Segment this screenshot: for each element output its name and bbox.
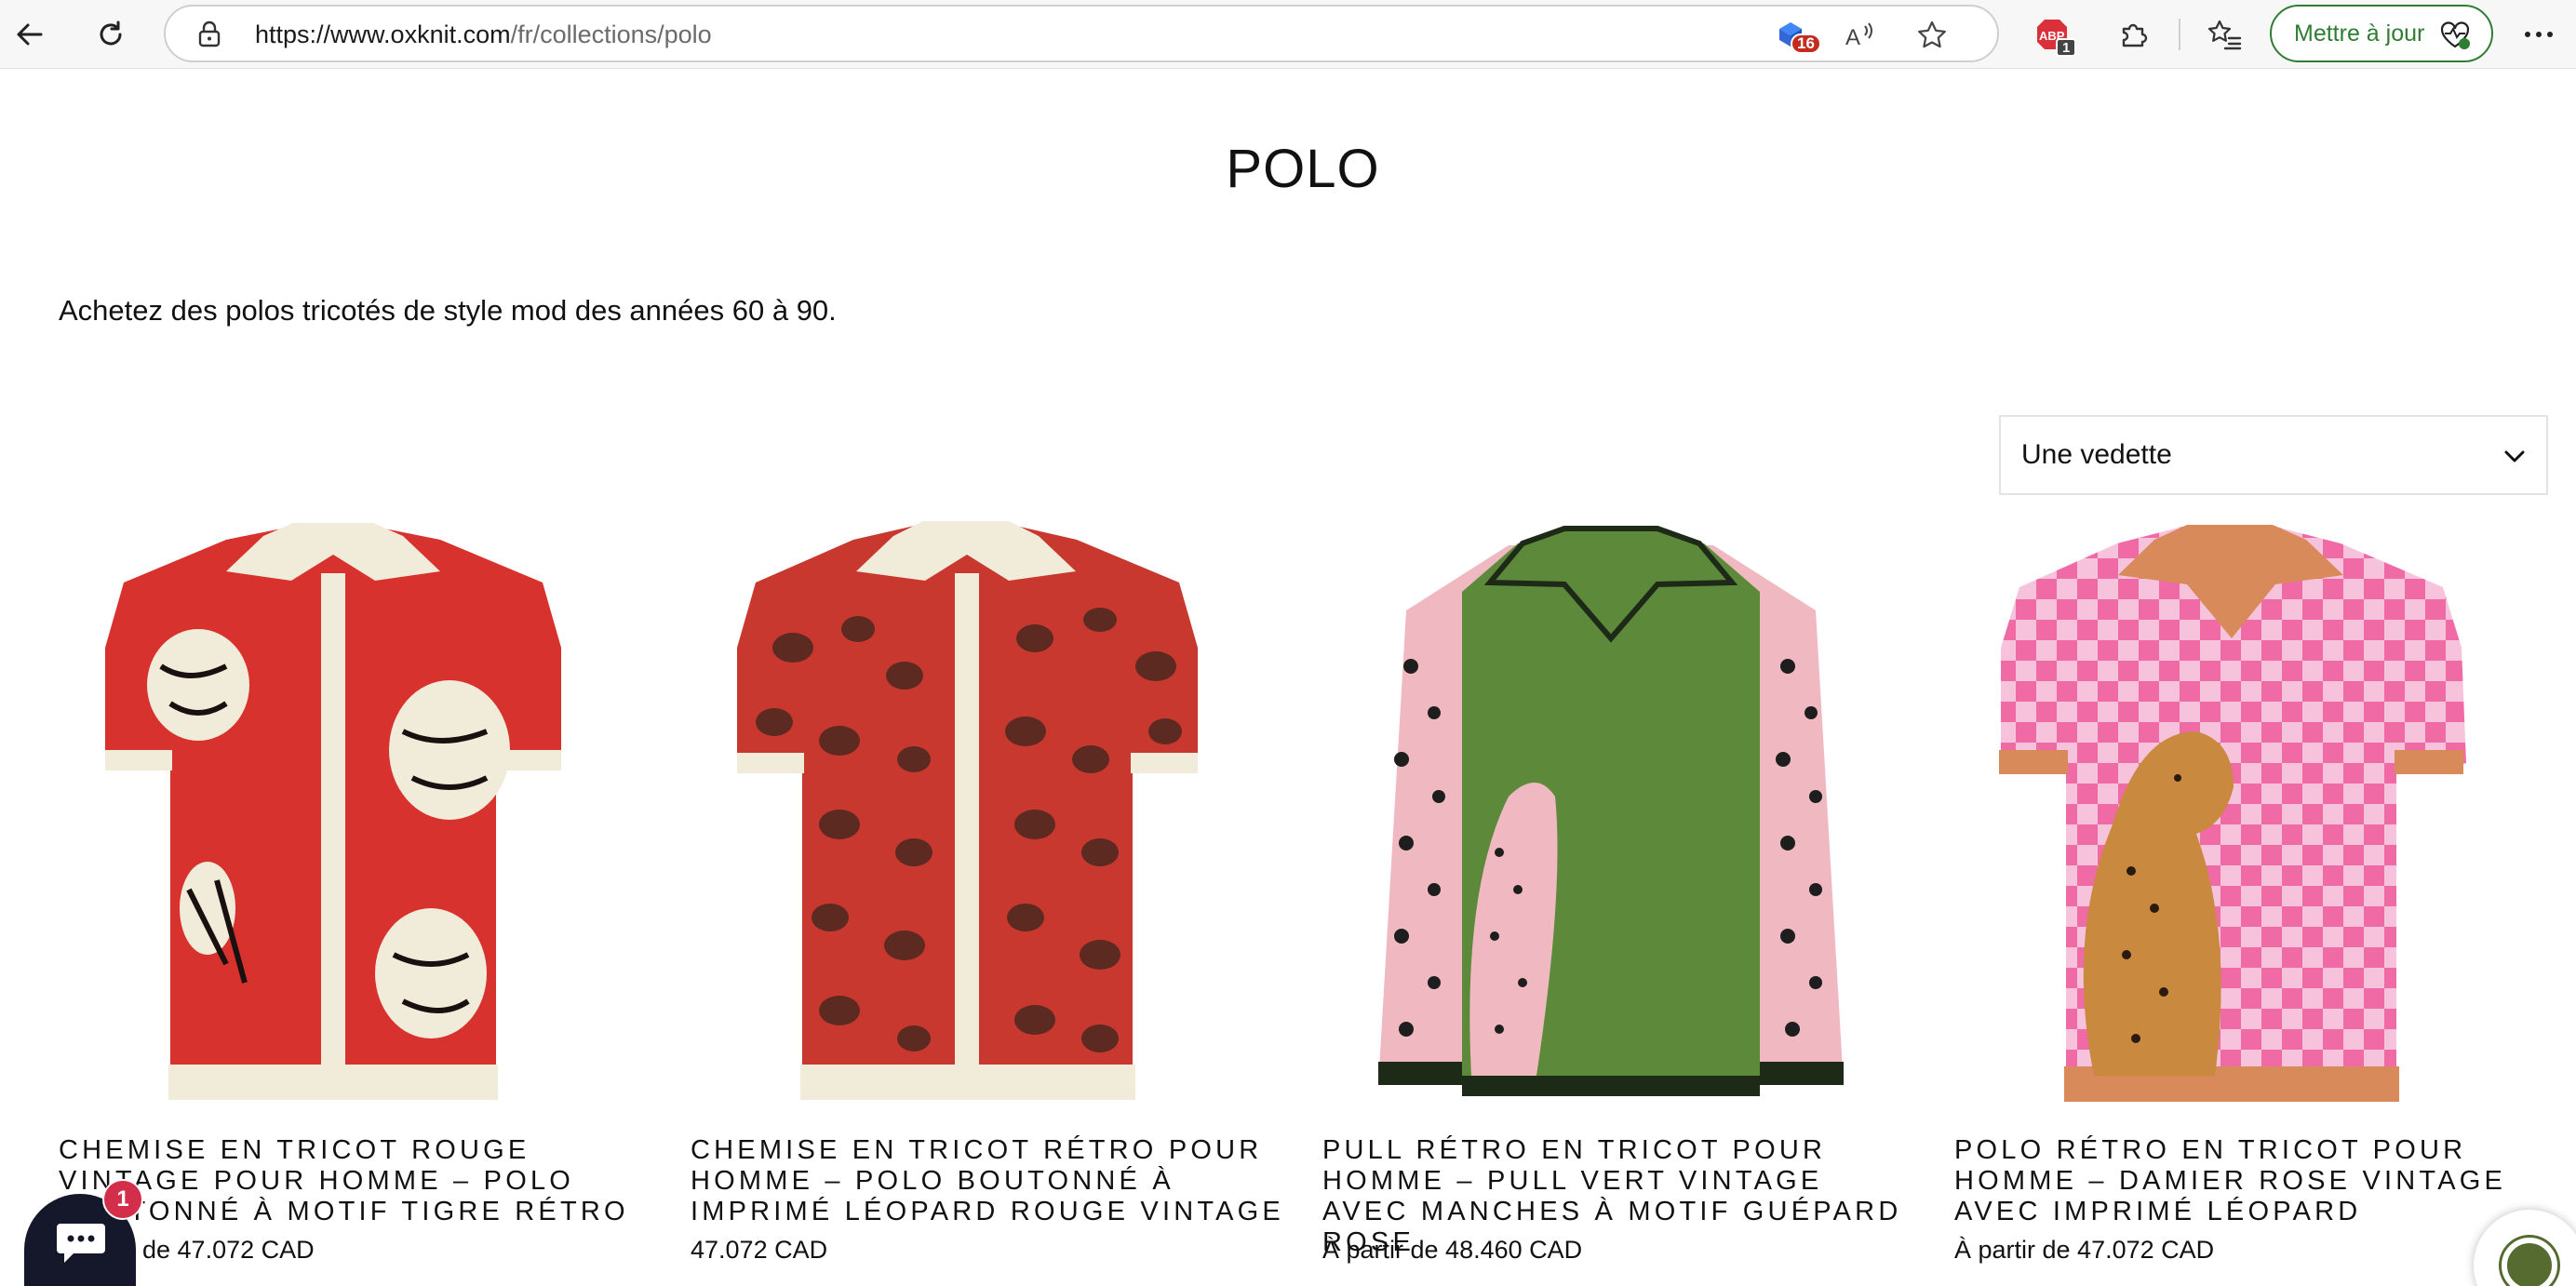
product-title[interactable]: Polo rétro en tricot pour homme – Damier… xyxy=(1954,1135,2550,1227)
adblock-badge: 1 xyxy=(2056,38,2077,57)
product-price: À partir de 47.072 CAD xyxy=(1954,1236,2215,1264)
product-title[interactable]: Chemise en tricot rouge vintage pour hom… xyxy=(59,1135,654,1227)
browser-toolbar: https://www.oxknit.com/fr/collections/po… xyxy=(0,0,2576,69)
chat-bubble-icon xyxy=(55,1220,107,1269)
product-image-pink-check-polo[interactable] xyxy=(1954,517,2531,1113)
sort-select[interactable]: Une vedette xyxy=(1999,415,2548,495)
read-aloud-icon[interactable]: A xyxy=(1839,15,1880,56)
adblock-icon[interactable]: ABP 1 xyxy=(2026,8,2078,60)
url-text[interactable]: https://www.oxknit.com/fr/collections/po… xyxy=(255,20,712,49)
product-image-green-cheetah-sweater[interactable] xyxy=(1322,517,1899,1113)
favorites-list-icon[interactable] xyxy=(2198,8,2250,60)
chevron-down-icon xyxy=(2502,444,2528,475)
update-button-label: Mettre à jour xyxy=(2294,20,2425,47)
product-price: 47.072 CAD xyxy=(691,1236,828,1264)
page-title: POLO xyxy=(1226,139,1380,199)
product-image-tiger-shirt[interactable] xyxy=(59,517,636,1113)
product-image-leopard-shirt[interactable] xyxy=(691,517,1268,1113)
svg-text:A: A xyxy=(1845,25,1860,50)
extensions-puzzle-icon[interactable] xyxy=(2107,8,2159,60)
back-arrow-icon[interactable] xyxy=(4,8,56,60)
chat-button[interactable]: 1 xyxy=(24,1179,143,1286)
update-button[interactable]: Mettre à jour xyxy=(2270,5,2493,62)
more-menu-icon[interactable] xyxy=(2513,8,2565,60)
collection-description: Achetez des polos tricotés de style mod … xyxy=(59,294,837,327)
extension-shield-icon[interactable]: 16 xyxy=(1770,15,1821,56)
extension-badge: 16 xyxy=(1791,33,1821,54)
chat-badge: 1 xyxy=(102,1179,143,1220)
sort-selected-value: Une vedette xyxy=(2021,439,2172,470)
refresh-icon[interactable] xyxy=(85,8,137,60)
product-price: de 47.072 CAD xyxy=(142,1236,315,1264)
address-bar[interactable]: https://www.oxknit.com/fr/collections/po… xyxy=(164,5,1999,62)
product-title[interactable]: Chemise en tricot rétro pour homme – Pol… xyxy=(691,1135,1286,1227)
heart-pulse-icon xyxy=(2439,20,2471,55)
product-price: À partir de 48.460 CAD xyxy=(1322,1236,1583,1264)
rewards-ring-icon xyxy=(2502,1238,2557,1286)
toolbar-separator xyxy=(2179,19,2180,50)
favorite-star-icon[interactable] xyxy=(1912,15,1952,56)
lock-icon[interactable] xyxy=(197,20,221,53)
